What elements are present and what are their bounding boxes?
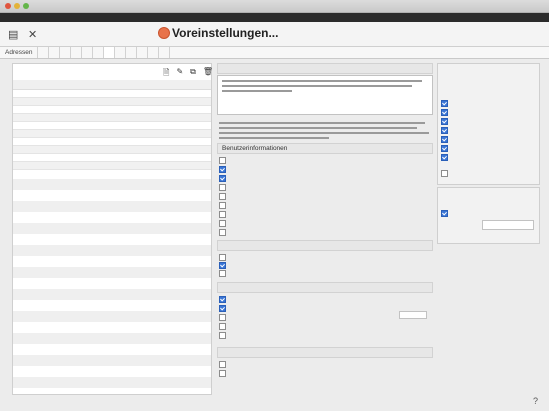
checkbox[interactable] <box>441 170 448 177</box>
checkbox[interactable] <box>441 109 448 116</box>
checkbox[interactable] <box>219 166 226 173</box>
checkbox[interactable] <box>219 229 226 236</box>
minimize-window-icon[interactable] <box>14 3 20 9</box>
tab-2[interactable] <box>49 47 61 58</box>
tab-8[interactable] <box>115 47 127 58</box>
tab-bar: Adressen <box>0 47 549 59</box>
list-item[interactable] <box>13 90 211 98</box>
section-title: Benutzerinformationen <box>217 143 433 154</box>
tab-7[interactable] <box>104 47 116 58</box>
checkbox[interactable] <box>219 314 226 321</box>
close-icon[interactable]: ✕ <box>28 28 37 41</box>
tab-10[interactable] <box>137 47 149 58</box>
tab-4[interactable] <box>71 47 83 58</box>
checkbox[interactable] <box>219 254 226 261</box>
tab-9[interactable] <box>126 47 138 58</box>
text-area[interactable] <box>217 75 433 115</box>
checkbox[interactable] <box>219 262 226 269</box>
list-item[interactable] <box>13 146 211 154</box>
tab-6[interactable] <box>93 47 105 58</box>
checkbox[interactable] <box>219 370 226 377</box>
tab-5[interactable] <box>82 47 94 58</box>
delete-icon[interactable]: 🗑 <box>203 67 213 81</box>
app-window: ▤ ✕ Voreinstellungen... Adressen 🗎 ✎ ⧉ 🗑 <box>0 0 549 411</box>
zoom-window-icon[interactable] <box>23 3 29 9</box>
list-rows <box>13 90 211 170</box>
checkbox[interactable] <box>441 100 448 107</box>
checkbox[interactable] <box>441 127 448 134</box>
checkbox[interactable] <box>219 323 226 330</box>
checkbox[interactable] <box>219 184 226 191</box>
section-title <box>217 240 433 251</box>
sidebar-options-panel <box>437 63 540 185</box>
checkbox[interactable] <box>219 332 226 339</box>
checkbox[interactable] <box>441 210 448 217</box>
checkbox[interactable] <box>219 270 226 277</box>
list-actions: 🗎 ✎ ⧉ 🗑 <box>163 67 213 81</box>
list-item[interactable] <box>13 154 211 162</box>
checkbox[interactable] <box>441 145 448 152</box>
user-list-panel: 🗎 ✎ ⧉ 🗑 <box>12 63 213 395</box>
tab-11[interactable] <box>148 47 160 58</box>
tab-12[interactable] <box>159 47 171 58</box>
list-item[interactable] <box>13 98 211 106</box>
checkbox[interactable] <box>219 202 226 209</box>
number-field[interactable] <box>399 311 427 319</box>
list-item[interactable] <box>13 130 211 138</box>
list-item[interactable] <box>13 114 211 122</box>
section-title <box>217 282 433 293</box>
checkbox[interactable] <box>219 175 226 182</box>
add-icon[interactable]: 🗎 <box>163 67 169 81</box>
tab-1[interactable] <box>38 47 50 58</box>
checkbox[interactable] <box>219 157 226 164</box>
help-icon[interactable]: ? <box>533 396 538 406</box>
list-item[interactable] <box>13 122 211 130</box>
default-panel <box>437 187 540 244</box>
preferences-gear-icon <box>158 27 170 39</box>
tab-0[interactable]: Adressen <box>0 47 39 58</box>
list-item[interactable] <box>13 106 211 114</box>
checkbox[interactable] <box>219 305 226 312</box>
sidebar-toggle-icon[interactable]: ▤ <box>8 28 18 41</box>
path-bar <box>0 13 549 22</box>
checkbox[interactable] <box>441 154 448 161</box>
date-field[interactable] <box>482 220 534 230</box>
checkbox[interactable] <box>219 296 226 303</box>
tab-3[interactable] <box>60 47 72 58</box>
checkbox[interactable] <box>219 193 226 200</box>
checkbox[interactable] <box>219 211 226 218</box>
toolbar: ▤ ✕ Voreinstellungen... <box>0 22 549 47</box>
checkbox[interactable] <box>441 136 448 143</box>
page-title: Voreinstellungen... <box>172 26 279 40</box>
edit-icon[interactable]: ✎ <box>176 67 183 81</box>
list-header <box>13 80 211 90</box>
list-item[interactable] <box>13 138 211 146</box>
checkbox[interactable] <box>219 220 226 227</box>
section-title <box>217 63 433 74</box>
checkbox[interactable] <box>219 361 226 368</box>
section-title <box>217 347 433 358</box>
duplicate-icon[interactable]: ⧉ <box>190 67 196 81</box>
window-controls <box>5 3 29 9</box>
empty-rows <box>13 168 211 388</box>
close-window-icon[interactable] <box>5 3 11 9</box>
title-bar <box>0 0 549 13</box>
checkbox[interactable] <box>441 118 448 125</box>
